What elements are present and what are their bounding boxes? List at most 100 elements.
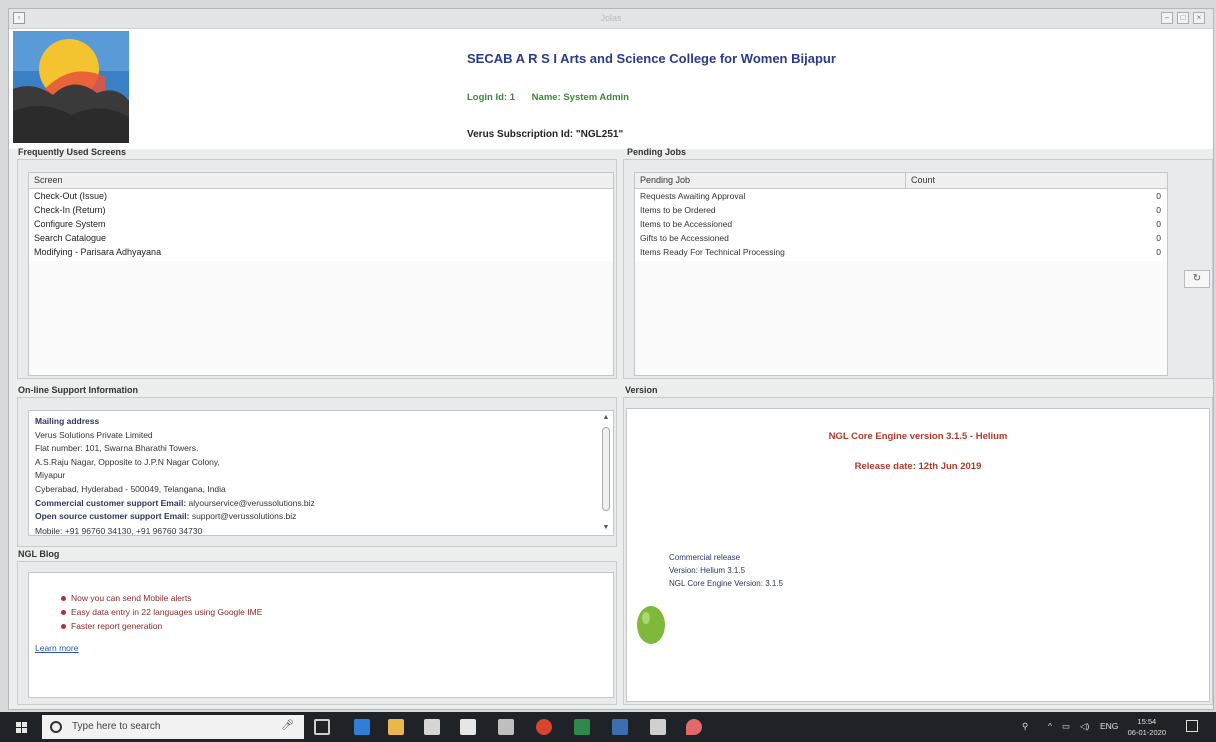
job-count: 0	[1156, 205, 1161, 215]
taskbar: Type here to search 🎤︎ ⚲ ^ ▭ ◁) ENG 15:5…	[0, 712, 1216, 742]
support-panel: Mailing address Verus Solutions Private …	[17, 397, 617, 547]
commercial-support-email[interactable]: alyourservice@verussolutions.biz	[189, 498, 315, 508]
task-view-icon[interactable]	[314, 719, 330, 735]
people-icon[interactable]: ⚲	[1022, 721, 1028, 732]
job-name: Items Ready For Technical Processing	[640, 247, 785, 257]
table-row[interactable]: Requests Awaiting Approval 0	[635, 189, 1167, 203]
clock-time: 15:54	[1137, 717, 1157, 726]
college-logo	[13, 31, 129, 143]
job-count: 0	[1156, 219, 1161, 229]
list-item[interactable]: Check-In (Return)	[29, 203, 613, 217]
window-title: Jolas	[600, 13, 622, 23]
scroll-thumb[interactable]	[602, 427, 610, 511]
job-name: Items to be Accessioned	[640, 219, 733, 229]
refresh-icon: ↻	[1192, 273, 1202, 284]
pending-jobs-table: Pending Job Count Requests Awaiting Appr…	[634, 172, 1168, 376]
blog-item-text: Easy data entry in 22 languages using Go…	[71, 607, 263, 617]
blog-item-text: Now you can send Mobile alerts	[71, 593, 192, 603]
list-item[interactable]: Configure System	[29, 217, 613, 231]
windows-start-icon[interactable]	[16, 722, 28, 734]
release-details: Commercial release Version: Helium 3.1.5…	[669, 551, 783, 590]
header: SECAB A R S I Arts and Science College f…	[9, 29, 1213, 149]
support-title: On-line Support Information	[18, 385, 138, 395]
chrome-icon[interactable]	[536, 719, 552, 735]
blog-title: NGL Blog	[18, 549, 60, 559]
commercial-support-label: Commercial customer support Email:	[35, 497, 187, 508]
job-name: Gifts to be Accessioned	[640, 233, 729, 243]
count-column-header[interactable]: Count	[905, 173, 935, 188]
store-icon[interactable]	[424, 719, 440, 735]
engine-version: NGL Core Engine version 3.1.5 - Helium	[828, 431, 1008, 442]
scroll-down-icon[interactable]: ▼	[601, 523, 611, 533]
user-name: Name: System Admin	[531, 92, 629, 103]
refresh-button[interactable]: ↻	[1184, 270, 1210, 288]
mail-icon[interactable]	[460, 719, 476, 735]
taskbar-search[interactable]: Type here to search 🎤︎	[42, 715, 304, 739]
address-line: Flat number: 101, Swarna Bharathi Towers…	[35, 443, 199, 454]
list-item[interactable]: Modifying - Parisara Adhyayana	[29, 245, 613, 259]
table-row[interactable]: Items to be Ordered 0	[635, 203, 1167, 217]
tray-chevron-icon[interactable]: ^	[1048, 721, 1052, 731]
language-indicator[interactable]: ENG	[1100, 721, 1118, 731]
bullet-icon	[61, 596, 66, 602]
close-button[interactable]: ×	[1193, 12, 1205, 24]
table-row[interactable]: Items to be Accessioned 0	[635, 217, 1167, 231]
app-window-icon[interactable]	[612, 719, 628, 735]
edge-browser-icon[interactable]	[354, 719, 370, 735]
mailing-address-heading: Mailing address	[35, 416, 100, 426]
job-name: Requests Awaiting Approval	[640, 191, 746, 201]
job-count: 0	[1156, 233, 1161, 243]
blog-item: Faster report generation	[61, 619, 613, 633]
table-row[interactable]: Items Ready For Technical Processing 0	[635, 245, 1167, 259]
helium-balloon-icon	[637, 606, 665, 644]
notifications-icon[interactable]	[1186, 720, 1198, 732]
pending-job-column-header[interactable]: Pending Job	[640, 175, 690, 185]
volume-icon[interactable]: ◁)	[1080, 721, 1089, 732]
commercial-support-line: Commercial customer support Email: alyou…	[35, 497, 607, 511]
learn-more-link[interactable]: Learn more	[35, 643, 78, 653]
minimize-button[interactable]: –	[1161, 12, 1173, 24]
login-id: Login Id: 1	[467, 92, 516, 103]
title-bar: ▫ Jolas – □ ×	[9, 9, 1213, 29]
support-text-area[interactable]: Mailing address Verus Solutions Private …	[28, 410, 614, 536]
balloon-app-icon[interactable]	[686, 719, 702, 735]
notepad-icon[interactable]	[650, 719, 666, 735]
opensource-support-email[interactable]: support@verussolutions.biz	[192, 511, 297, 521]
screen-column-header[interactable]: Screen	[29, 173, 613, 189]
release-date: Release date: 12th Jun 2019	[854, 461, 982, 472]
maximize-button[interactable]: □	[1177, 12, 1189, 24]
college-name: SECAB A R S I Arts and Science College f…	[467, 51, 836, 66]
blog-panel: Now you can send Mobile alerts Easy data…	[17, 561, 617, 705]
scroll-up-icon[interactable]: ▲	[601, 413, 611, 423]
pending-jobs-title: Pending Jobs	[627, 147, 687, 157]
file-explorer-icon[interactable]	[388, 719, 404, 735]
job-count: 0	[1156, 191, 1161, 201]
mobile-line: Mobile: +91 96760 34130, +91 96760 34730	[35, 525, 203, 536]
subscription-id: Verus Subscription Id: "NGL251"	[467, 129, 624, 140]
opensource-support-line: Open source customer support Email: supp…	[35, 510, 607, 524]
support-scrollbar[interactable]: ▲ ▼	[601, 413, 611, 533]
blog-item: Easy data entry in 22 languages using Go…	[61, 605, 613, 619]
version-panel: NGL Core Engine version 3.1.5 - Helium R…	[623, 397, 1213, 705]
excel-icon[interactable]	[574, 719, 590, 735]
clock-date: 06-01-2020	[1127, 728, 1166, 737]
frequently-used-title: Frequently Used Screens	[18, 147, 127, 157]
list-item[interactable]: Search Catalogue	[29, 231, 613, 245]
list-item[interactable]: Check-Out (Issue)	[29, 189, 613, 203]
app-window: ▫ Jolas – □ × SECAB A R S I Arts and Sci…	[8, 8, 1214, 710]
blog-item: Now you can send Mobile alerts	[61, 591, 613, 605]
microphone-icon[interactable]: 🎤︎	[281, 720, 294, 731]
blog-content: Now you can send Mobile alerts Easy data…	[28, 572, 614, 698]
job-count: 0	[1156, 247, 1161, 257]
search-placeholder: Type here to search	[72, 721, 161, 732]
address-line: A.S.Raju Nagar, Opposite to J.P.N Nagar …	[35, 456, 220, 467]
system-clock[interactable]: 15:54 06-01-2020	[1128, 716, 1166, 738]
core-version-line: NGL Core Engine Version: 3.1.5	[669, 579, 783, 588]
table-row[interactable]: Gifts to be Accessioned 0	[635, 231, 1167, 245]
bullet-icon	[61, 610, 66, 616]
document-app-icon[interactable]	[498, 719, 514, 735]
job-name: Items to be Ordered	[640, 205, 716, 215]
network-icon[interactable]: ▭	[1062, 721, 1070, 732]
address-line: Miyapur	[35, 470, 66, 481]
pending-jobs-panel: Pending Job Count Requests Awaiting Appr…	[623, 159, 1213, 379]
